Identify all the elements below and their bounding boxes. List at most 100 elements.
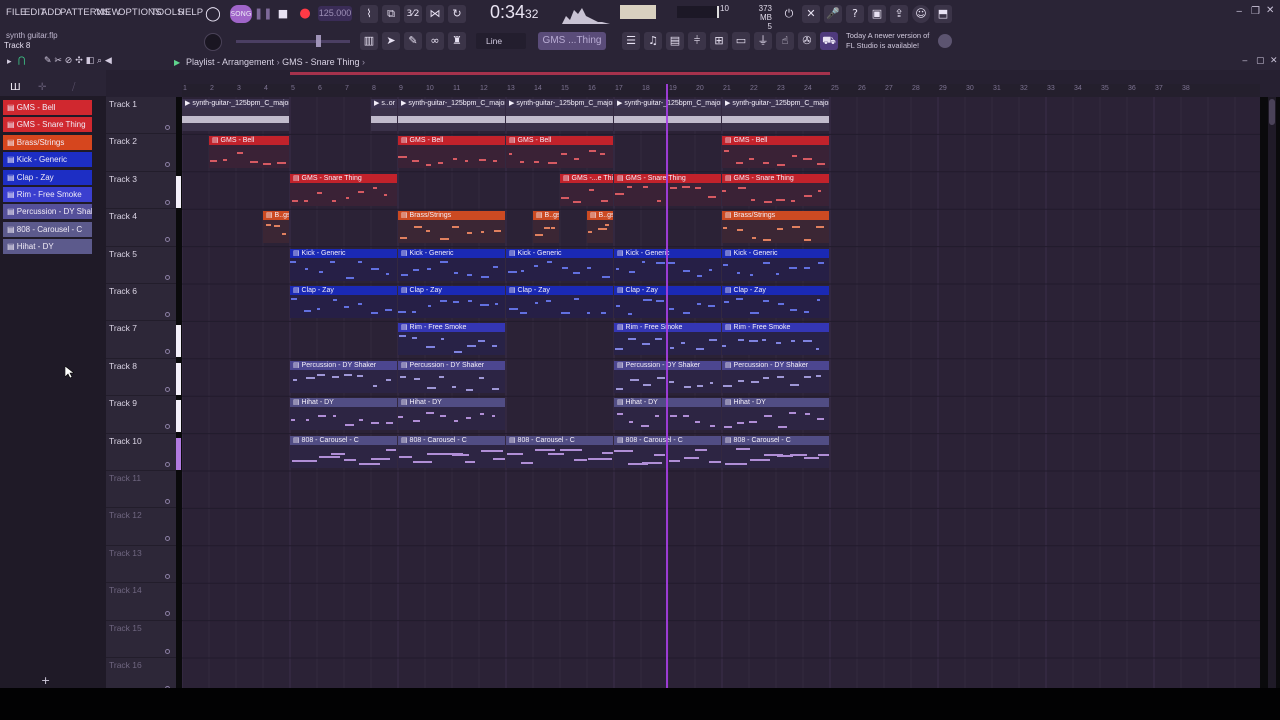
pencil-button[interactable]: ✎ xyxy=(404,32,422,50)
track-mute-icon[interactable] xyxy=(165,536,170,542)
playlist-clip[interactable]: ▤ GMS - Snare Thing xyxy=(290,173,397,206)
playlist-maximize-icon[interactable]: ▢ xyxy=(1256,56,1265,66)
playlist-clip[interactable]: ▤ GMS - Bell xyxy=(209,136,289,169)
track-mute-icon[interactable] xyxy=(165,312,170,317)
tempo-display[interactable]: 125.000 xyxy=(318,6,352,21)
playlist-clip[interactable]: ▤ GMS -...e Thing xyxy=(560,173,613,206)
channel-item[interactable]: ▤ 808 - Carousel - C xyxy=(3,221,92,237)
playlist-clip[interactable]: ▤ Hihat - DY xyxy=(290,398,397,431)
pattern-selector[interactable]: GMS ...Thing xyxy=(538,32,606,50)
track-label[interactable]: Track 16 xyxy=(109,660,142,670)
playlist-close-icon[interactable]: ✕ xyxy=(1270,56,1278,66)
track-label[interactable]: Track 14 xyxy=(109,585,142,595)
countdown-button[interactable]: 3⁄2 xyxy=(404,5,422,23)
playlist-button[interactable]: ☰ xyxy=(622,32,640,50)
menu-add[interactable]: ADD xyxy=(41,7,61,18)
stop-button[interactable]: ■ xyxy=(274,5,292,23)
track-mute-icon[interactable] xyxy=(165,274,170,280)
plugin-button[interactable]: ⬒ xyxy=(934,5,952,23)
playlist-clip[interactable]: ▤ Clap - Zay xyxy=(722,286,829,318)
track-mute-icon[interactable] xyxy=(165,461,170,467)
playlist-clip[interactable]: ▤ B..gs xyxy=(263,211,289,244)
playlist-clip[interactable]: ▤ Brass/Strings xyxy=(722,211,829,244)
playhead[interactable] xyxy=(666,84,668,688)
playlist-clip[interactable]: ▤ 808 - Carousel - C xyxy=(290,435,397,468)
snap-selector[interactable]: Line xyxy=(476,33,526,49)
playlist-clip[interactable]: ▤ GMS - Bell xyxy=(506,136,613,169)
playlist-clip[interactable]: ▤ Hihat - DY xyxy=(722,398,829,431)
playlist-clip[interactable]: ▶ s..or xyxy=(371,99,397,131)
playlist-clip[interactable]: ▤ Percussion - DY Shaker xyxy=(290,360,397,393)
channel-rack-button[interactable]: ▤ xyxy=(666,32,684,50)
playlist-minimize-icon[interactable]: ‒ xyxy=(1242,56,1248,66)
piano-roll-button[interactable]: ♫ xyxy=(644,32,662,50)
track-mute-icon[interactable] xyxy=(165,424,170,430)
add-channel-icon[interactable]: + xyxy=(41,674,50,687)
track-label[interactable]: Track 9 xyxy=(109,398,137,408)
master-volume-handle[interactable] xyxy=(316,35,321,47)
playlist-clip[interactable]: ▤ GMS - Bell xyxy=(722,136,829,169)
track-label[interactable]: Track 7 xyxy=(109,323,137,333)
playlist-clip[interactable]: ▤ Rim - Free Smoke xyxy=(722,323,829,356)
channel-item[interactable]: ▤ Percussion - DY Shaker xyxy=(3,204,92,220)
track-mute-icon[interactable] xyxy=(165,611,170,617)
master-pitch-knob[interactable] xyxy=(204,33,222,51)
cpu-button[interactable]: ⏻ xyxy=(780,5,798,23)
shop-button[interactable]: ⛟ xyxy=(820,32,838,50)
clone-icon[interactable]: ⧸ xyxy=(72,82,75,93)
playlist-clip[interactable]: ▤ Brass/Strings xyxy=(398,211,505,244)
master-volume-slider[interactable] xyxy=(236,40,350,43)
menu-view[interactable]: VIEW xyxy=(96,7,121,18)
playlist-clip[interactable]: ▤ 808 - Carousel - C xyxy=(398,435,505,468)
playlist-clip[interactable]: ▶ synth-guitar-_125bpm_C_major xyxy=(182,99,289,131)
playlist-clip[interactable]: ▤ 808 - Carousel - C xyxy=(722,435,829,468)
export-button[interactable]: ⇪ xyxy=(890,5,908,23)
channel-routing-button[interactable]: ⊞ xyxy=(710,32,728,50)
browser-button[interactable]: ▭ xyxy=(732,32,750,50)
song-position-dial[interactable]: ◯ xyxy=(204,5,222,23)
channel-item[interactable]: ▤ Clap - Zay xyxy=(3,169,92,185)
playlist-clip[interactable]: ▤ Percussion - DY Shaker xyxy=(398,360,505,393)
track-label[interactable]: Track 1 xyxy=(109,99,137,109)
sidebar-arrow-icon[interactable]: ▸ xyxy=(7,57,12,67)
step-edit-button[interactable]: ⧉ xyxy=(382,5,400,23)
playlist-clip[interactable]: ▤ Clap - Zay xyxy=(506,286,613,318)
channel-list-icon[interactable]: Ш xyxy=(10,82,21,93)
playlist-clip[interactable]: ▤ 808 - Carousel - C xyxy=(506,435,613,468)
plugin-db-button[interactable]: ⏚ xyxy=(754,32,772,50)
playlist-clip[interactable]: ▤ Kick - Generic xyxy=(722,248,829,281)
playlist-clip[interactable]: ▤ Kick - Generic xyxy=(506,248,613,281)
playlist-clip[interactable]: ▤ GMS - Bell xyxy=(398,136,505,169)
blend-notes-button[interactable]: ⋈ xyxy=(426,5,444,23)
snap-arrow-button[interactable]: ➤ xyxy=(382,32,400,50)
track-mute-icon[interactable] xyxy=(165,499,170,504)
news-panel[interactable]: Today A newer version of FL Studio is av… xyxy=(846,31,936,50)
playlist-clip[interactable]: ▶ synth-guitar-_125bpm_C_major xyxy=(722,99,829,131)
playlist-clip[interactable]: ▤ GMS - Snare Thing xyxy=(722,173,829,206)
scrollbar-thumb[interactable] xyxy=(1269,99,1275,125)
selection-range[interactable] xyxy=(290,72,830,75)
playlist-clip[interactable]: ▤ Clap - Zay xyxy=(398,286,505,318)
touch-button[interactable]: ☝ xyxy=(776,32,794,50)
channel-item[interactable]: ▤ GMS - Bell xyxy=(3,100,92,115)
track-label[interactable]: Track 11 xyxy=(109,473,141,483)
typing-keyboard-button[interactable]: ⌇ xyxy=(360,5,378,23)
channel-item[interactable]: ▤ Brass/Strings xyxy=(3,134,92,150)
tool-button[interactable]: ✇ xyxy=(798,32,816,50)
track-mute-icon[interactable] xyxy=(165,386,170,392)
track-label[interactable]: Track 12 xyxy=(109,510,142,520)
playlist-grid[interactable]: ▶ synth-guitar-_125bpm_C_major ▶ s..or ▶ s… xyxy=(182,97,1260,688)
playlist-clip[interactable]: ▤ Kick - Generic xyxy=(290,248,397,281)
playlist-clip[interactable]: ▤ Clap - Zay xyxy=(290,286,397,318)
channel-item[interactable]: ▤ GMS - Snare Thing xyxy=(3,117,92,133)
channel-item[interactable]: ▤ Rim - Free Smoke xyxy=(3,187,92,202)
magnet-icon[interactable]: ⋂ xyxy=(18,56,25,66)
midi-button[interactable]: ✕ xyxy=(802,5,820,23)
track-label[interactable]: Track 8 xyxy=(109,361,137,371)
play-button[interactable]: ❚❚ xyxy=(254,5,272,23)
record-button[interactable]: ● xyxy=(296,5,314,23)
vertical-scrollbar[interactable] xyxy=(1268,97,1276,688)
pattern-song-toggle[interactable]: SONG xyxy=(230,5,252,23)
save-button[interactable]: ▣ xyxy=(868,5,886,23)
playlist-clip[interactable]: ▤ Kick - Generic xyxy=(398,248,505,281)
